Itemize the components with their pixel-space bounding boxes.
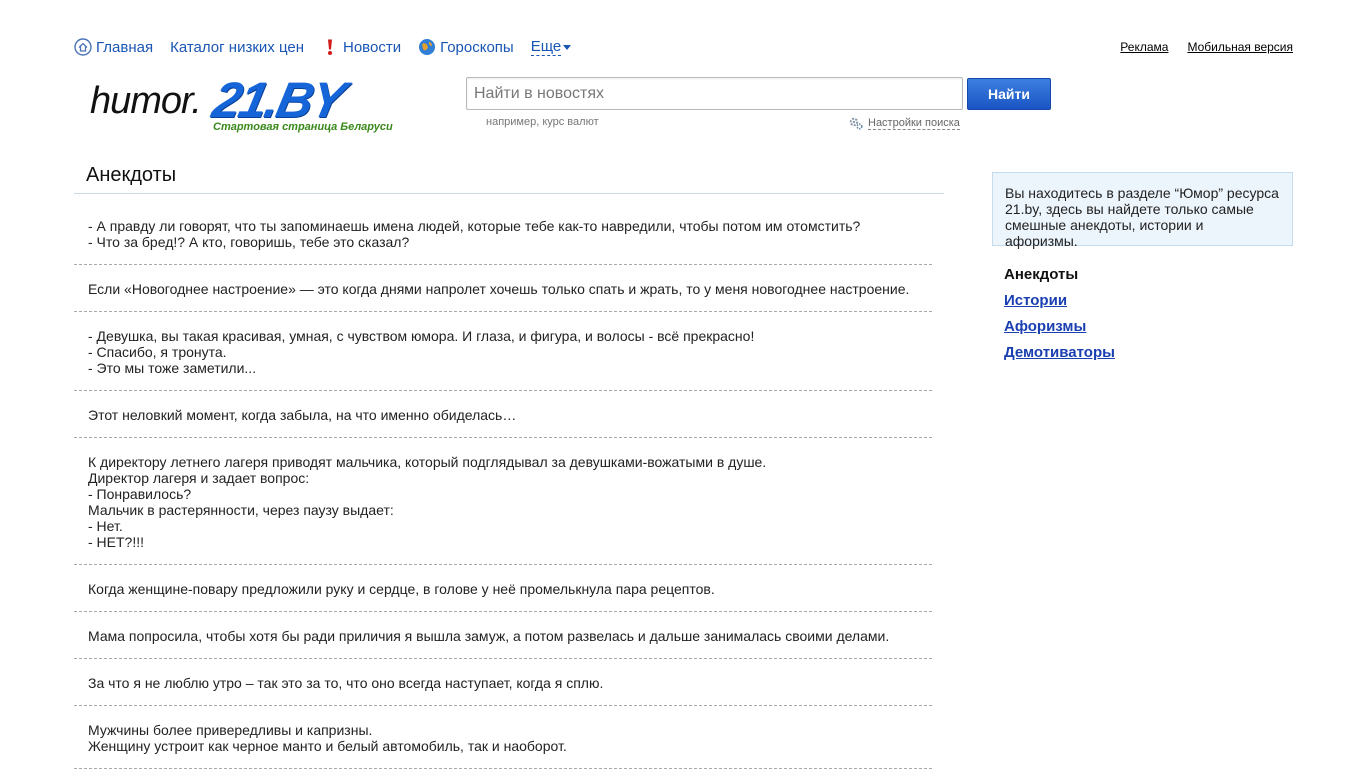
nav-home-label: Главная [96, 38, 154, 56]
nav-horoscopes[interactable]: Гороскопы [418, 38, 514, 56]
search-hint: например, курс валют [486, 116, 599, 128]
top-right-links: Реклама Мобильная версия [1101, 40, 1293, 54]
exclamation-icon [321, 38, 339, 56]
nav-news-label: Новости [343, 38, 402, 56]
joke-item: Если «Новогоднее настроение» — это когда… [74, 273, 932, 312]
search-settings-link[interactable]: Настройки поиска [868, 117, 960, 130]
site-logo[interactable]: humor. 21.BY Стартовая страница Беларуси [90, 72, 430, 138]
section-info-box: Вы находитесь в разделе “Юмор” ресурса 2… [992, 172, 1293, 249]
joke-line: Когда женщине-повару предложили руку и с… [88, 581, 715, 597]
joke-line: - НЕТ?!!! [88, 534, 145, 550]
logo-tagline: Стартовая страница Беларуси [213, 121, 393, 133]
menu-item-aforizmy[interactable]: Афоризмы [1004, 318, 1115, 344]
menu-item-demotivatory[interactable]: Демотиваторы [1004, 344, 1115, 370]
joke-line: - Нет. [88, 518, 123, 534]
joke-item: Мужчины более привередливы и капризны. Же… [74, 714, 932, 769]
joke-line: Директор лагеря и задает вопрос: [88, 470, 310, 486]
menu-item-istorii[interactable]: Истории [1004, 292, 1115, 318]
logo-humor-text: humor. [90, 80, 202, 122]
joke-item: Мама попросила, чтобы хотя бы ради прили… [74, 620, 932, 659]
page-title: Анекдоты [74, 160, 944, 194]
logo-brand-text: 21.BY [208, 72, 349, 128]
joke-item: К директору летнего лагеря приводят маль… [74, 446, 932, 565]
globe-icon [418, 38, 436, 56]
search-settings: Настройки поиска [848, 115, 960, 131]
joke-line: Женщину устроит как черное манто и белый… [88, 738, 567, 754]
joke-item: - Девушка, вы такая красивая, умная, с ч… [74, 320, 932, 391]
joke-item: За что я не люблю утро – так это за то, … [74, 667, 932, 706]
top-navigation: Главная Каталог низких цен Новости Горос… [74, 37, 588, 57]
joke-item: Этот неловкий момент, когда забыла, на ч… [74, 399, 932, 438]
search-button[interactable]: Найти [967, 78, 1051, 110]
joke-line: - Это мы тоже заметили... [88, 360, 257, 376]
nav-more-dropdown[interactable]: Еще [530, 37, 572, 56]
joke-line: - Что за бред!? А кто, говоришь, тебе эт… [88, 234, 410, 250]
gear-icon [848, 115, 864, 131]
joke-line: - А правду ли говорят, что ты запоминаеш… [88, 218, 861, 234]
joke-line: - Понравилось? [88, 486, 192, 502]
menu-item-anekdoty: Анекдоты [1004, 266, 1079, 283]
joke-item: - А правду ли говорят, что ты запоминаеш… [74, 210, 932, 265]
nav-horoscopes-label: Гороскопы [440, 38, 514, 56]
joke-line: - Спасибо, я тронута. [88, 344, 227, 360]
nav-more-label: Еще [530, 37, 562, 56]
home-icon [74, 38, 92, 56]
nav-home[interactable]: Главная [74, 38, 153, 56]
joke-line: - Девушка, вы такая красивая, умная, с ч… [88, 328, 755, 344]
nav-catalog[interactable]: Каталог низких цен [170, 39, 304, 56]
section-menu: Анекдоты Истории Афоризмы Демотиваторы [1004, 266, 1115, 370]
joke-item: Когда женщине-повару предложили руку и с… [74, 573, 932, 612]
jokes-list: - А правду ли говорят, что ты запоминаеш… [74, 210, 932, 777]
joke-line: Мальчик в растерянности, через паузу выд… [88, 502, 394, 518]
mobile-version-link[interactable]: Мобильная версия [1187, 40, 1293, 54]
ads-link[interactable]: Реклама [1120, 40, 1168, 54]
joke-line: К директору летнего лагеря приводят маль… [88, 454, 767, 470]
chevron-down-icon [563, 44, 572, 50]
joke-line: Мама попросила, чтобы хотя бы ради прили… [88, 628, 890, 644]
joke-line: Этот неловкий момент, когда забыла, на ч… [88, 407, 517, 423]
joke-line: За что я не люблю утро – так это за то, … [88, 675, 604, 691]
joke-line: Мужчины более привередливы и капризны. [88, 722, 373, 738]
nav-catalog-label: Каталог низких цен [170, 38, 304, 56]
search-input[interactable] [466, 77, 963, 110]
nav-news[interactable]: Новости [321, 38, 401, 56]
joke-line: Если «Новогоднее настроение» — это когда… [88, 281, 910, 297]
